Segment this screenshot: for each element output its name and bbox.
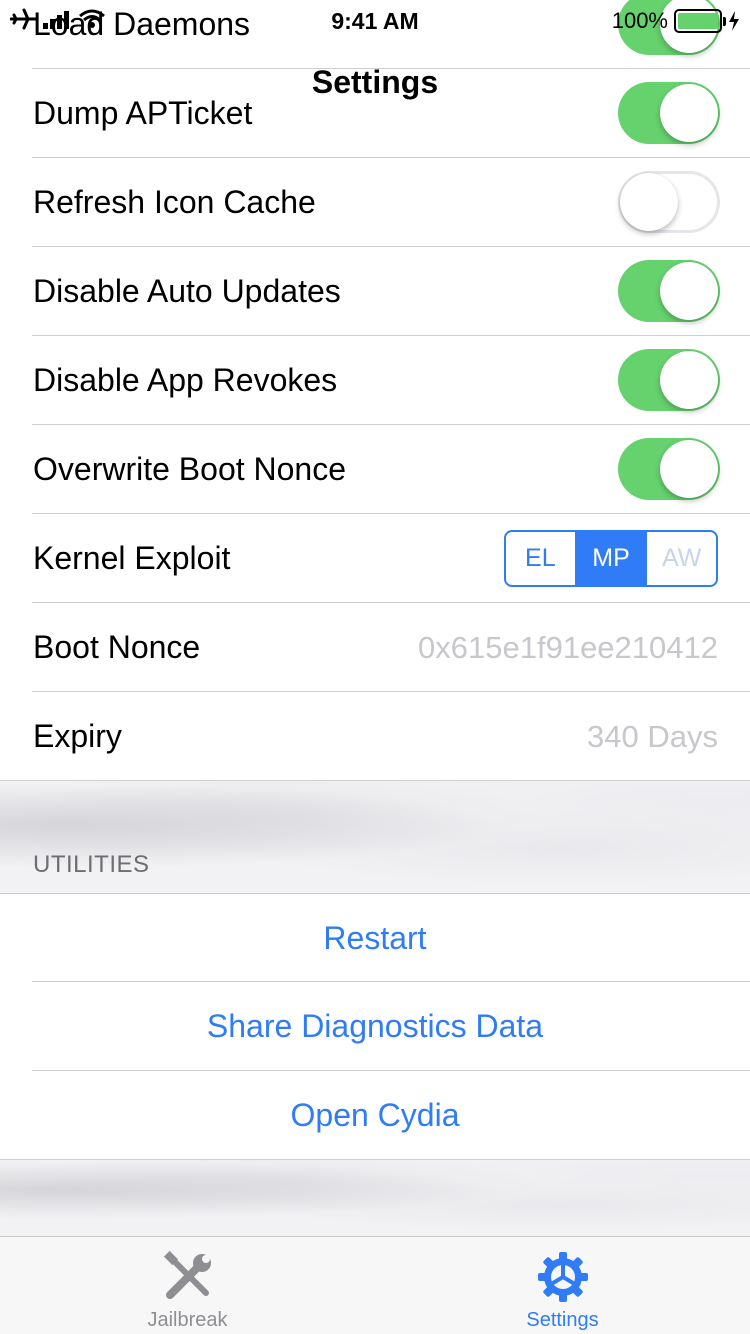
setting-label: Refresh Icon Cache xyxy=(33,184,316,220)
status-right-icons: 100% xyxy=(612,8,740,34)
segment-aw: AW xyxy=(662,544,702,572)
refresh-icon-cache-toggle[interactable] xyxy=(618,171,720,233)
toggle-knob xyxy=(660,262,718,320)
battery-fill xyxy=(678,13,718,29)
setting-row-kernel-exploit: Kernel Exploit EL MP AW xyxy=(0,514,750,603)
toggle-knob xyxy=(660,351,718,409)
setting-row-refresh-icon-cache: Refresh Icon Cache xyxy=(0,158,750,247)
boot-nonce-value: 0x615e1f91ee210412 xyxy=(418,630,718,665)
page-title: Settings xyxy=(311,64,439,100)
setting-row-expiry: Expiry 340 Days xyxy=(0,692,750,781)
tab-bar: Jailbreak Settings xyxy=(0,1236,750,1334)
setting-row-boot-nonce[interactable]: Boot Nonce 0x615e1f91ee210412 xyxy=(0,603,750,692)
setting-label: Disable App Revokes xyxy=(33,362,338,398)
share-diagnostics-row: Share Diagnostics Data xyxy=(0,982,750,1071)
status-bar: 9:41 AM 100% xyxy=(0,0,750,40)
tab-settings[interactable]: Settings xyxy=(375,1237,750,1334)
setting-label: Expiry xyxy=(33,718,122,754)
disable-app-revokes-toggle[interactable] xyxy=(618,349,720,411)
setting-label: Disable Auto Updates xyxy=(33,273,341,309)
setting-label: Overwrite Boot Nonce xyxy=(33,451,347,487)
gear-icon xyxy=(537,1252,588,1302)
battery-percent: 100% xyxy=(611,8,668,33)
segment-mp[interactable]: MP xyxy=(576,532,648,585)
setting-row-disable-app-revokes: Disable App Revokes xyxy=(0,336,750,425)
disable-auto-updates-toggle[interactable] xyxy=(618,260,720,322)
restart-row: Restart xyxy=(0,893,750,982)
tab-jailbreak[interactable]: Jailbreak xyxy=(0,1237,375,1334)
segment-el[interactable]: EL xyxy=(506,532,577,585)
setting-row-overwrite-boot-nonce: Overwrite Boot Nonce xyxy=(0,425,750,514)
toggle-knob xyxy=(660,440,718,498)
share-diagnostics-data-button[interactable]: Share Diagnostics Data xyxy=(0,982,750,1071)
expiry-value: 340 Days xyxy=(587,719,718,754)
overwrite-boot-nonce-toggle[interactable] xyxy=(618,438,720,500)
setting-label: Boot Nonce xyxy=(33,629,201,665)
setting-label: Kernel Exploit xyxy=(33,540,231,576)
tab-label: Settings xyxy=(526,1309,599,1331)
charging-icon xyxy=(729,11,739,31)
open-cydia-button[interactable]: Open Cydia xyxy=(0,1071,750,1160)
utilities-section-header: UTILITIES xyxy=(33,851,150,878)
tab-label: Jailbreak xyxy=(147,1309,228,1331)
kernel-exploit-segmented-control[interactable]: EL MP AW xyxy=(504,530,718,587)
battery-icon xyxy=(674,9,726,33)
toggle-knob xyxy=(620,173,678,231)
setting-row-disable-auto-updates: Disable Auto Updates xyxy=(0,247,750,336)
restart-button[interactable]: Restart xyxy=(0,894,750,983)
wrench-screwdriver-icon xyxy=(163,1250,211,1299)
section-background xyxy=(0,1160,750,1236)
battery-nub xyxy=(723,17,726,26)
open-cydia-row: Open Cydia xyxy=(0,1071,750,1160)
